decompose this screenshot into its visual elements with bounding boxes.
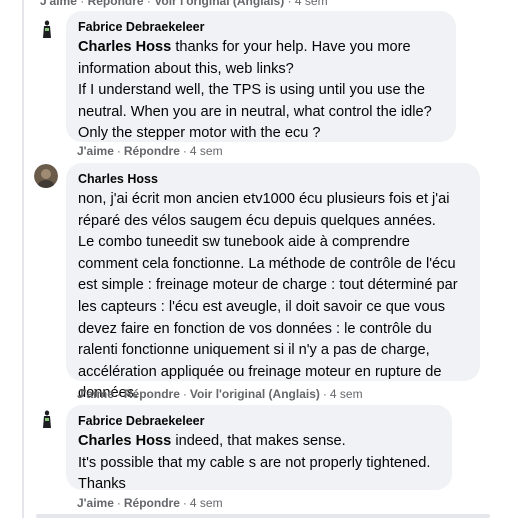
comment-bubble: Charles Hoss non, j'ai écrit mon ancien … (66, 163, 480, 401)
comment-line: Thanks (78, 476, 126, 493)
separator: · (182, 496, 187, 510)
comment-line: est simple : freinage moteur de charge :… (78, 277, 458, 294)
next-comment-edge (36, 514, 490, 518)
like-link[interactable]: J'aime (77, 144, 114, 158)
like-link[interactable]: J'aime (77, 387, 114, 401)
comment-author[interactable]: Fabrice Debraekeleer (78, 19, 444, 35)
comment-line: devez faire en fonction de vos données :… (78, 320, 432, 337)
comment-author[interactable]: Fabrice Debraekeleer (78, 413, 440, 429)
separator: · (116, 144, 121, 158)
comment-line: les capteurs : l'écu est aveugle, il doi… (78, 298, 446, 315)
reply-link[interactable]: Répondre (124, 496, 180, 510)
separator: · (116, 387, 121, 401)
avatar-fabrice[interactable] (36, 408, 58, 430)
comment-line: ralenti fonctionne uniquement si il n'y … (78, 342, 430, 359)
comment-text: Charles Hoss thanks for your help. Have … (78, 37, 444, 145)
comment-line: Only the stepper motor with the ecu ? (78, 125, 321, 142)
separator: · (322, 387, 327, 401)
avatar-image (34, 164, 58, 188)
separator: · (76, 0, 88, 8)
comment-line: réparé des vélos saugem écu depuis quelq… (78, 212, 436, 229)
comment-line: information about this, web links? (78, 60, 294, 77)
comment-actions: J'aime · Répondre · Voir l'original (Anglais… (77, 387, 363, 401)
comment-line: comment cela fonctionne. La méthode de c… (78, 255, 456, 272)
comment-actions: J'aime · Répondre · 4 sem (77, 144, 223, 158)
see-original-link[interactable]: Voir l'original (Anglais) (190, 387, 320, 401)
comment-line: Charles Hoss thanks for your help. Have … (78, 37, 444, 59)
thread-line (22, 0, 24, 518)
avatar-fabrice[interactable] (36, 18, 58, 40)
timestamp[interactable]: 4 sem (295, 0, 328, 8)
comment-bubble: Fabrice Debraekeleer Charles Hoss thanks… (66, 11, 456, 142)
comment-text: Charles Hoss indeed, that makes sense. I… (78, 431, 440, 496)
mention-link[interactable]: Charles Hoss (78, 433, 171, 449)
comment-actions: J'aime · Répondre · 4 sem (77, 496, 223, 510)
comment-text: non, j'ai écrit mon ancien etv1000 écu p… (78, 189, 468, 405)
comment-line: non, j'ai écrit mon ancien etv1000 écu p… (78, 191, 450, 207)
comment-bubble: Fabrice Debraekeleer Charles Hoss indeed… (66, 405, 452, 492)
avatar-image (36, 408, 58, 430)
separator: · (284, 0, 295, 8)
comment-line: Charles Hoss indeed, that makes sense. (78, 431, 440, 453)
comment-line-text: thanks for your help. Have you more (171, 39, 411, 55)
mention-link[interactable]: Charles Hoss (78, 39, 171, 55)
like-link[interactable]: J'aime (40, 0, 77, 8)
reply-link[interactable]: Répondre (88, 0, 144, 8)
separator: · (182, 144, 187, 158)
timestamp[interactable]: 4 sem (190, 496, 223, 510)
reply-link[interactable]: Répondre (124, 387, 180, 401)
comment-actions-top: J'aime · Répondre · Voir l'original (Ang… (40, 0, 328, 8)
comment-line: It's possible that my cable s are not pr… (78, 454, 431, 471)
comment-line: neutral. When you are in neutral, what c… (78, 103, 432, 120)
separator: · (143, 0, 155, 8)
timestamp[interactable]: 4 sem (330, 387, 363, 401)
avatar-image (36, 18, 58, 40)
separator: · (116, 496, 121, 510)
comment-line-text: indeed, that makes sense. (171, 433, 346, 449)
like-link[interactable]: J'aime (77, 496, 114, 510)
comment-author[interactable]: Charles Hoss (78, 171, 468, 187)
timestamp[interactable]: 4 sem (190, 144, 223, 158)
reply-link[interactable]: Répondre (124, 144, 180, 158)
avatar-charles[interactable] (34, 164, 58, 188)
see-original-link[interactable]: Voir l'original (Anglais) (154, 0, 284, 8)
separator: · (182, 387, 187, 401)
comment-line: Le combo tuneedit sw tunebook aide à com… (78, 234, 410, 251)
comment-line: If I understand well, the TPS is using u… (78, 82, 425, 99)
comment-line: accélération appliquée ou freinage moteu… (78, 363, 442, 380)
